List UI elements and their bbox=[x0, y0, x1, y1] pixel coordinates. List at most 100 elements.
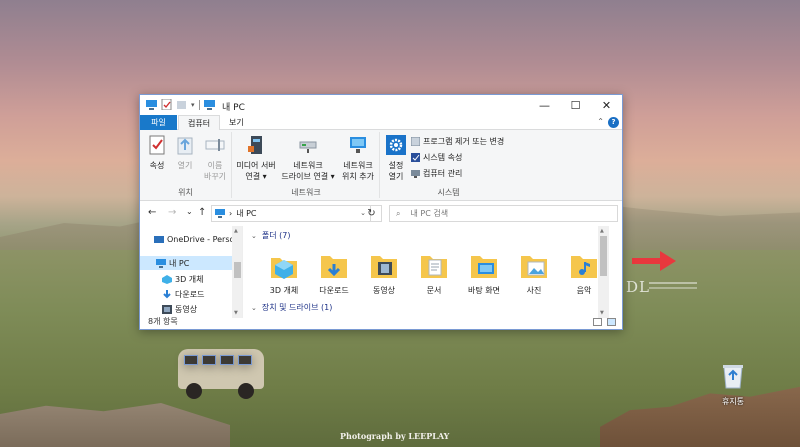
add-network-location-button[interactable]: 네트워크 위치 추가 bbox=[337, 134, 379, 182]
item-count: 8개 항목 bbox=[148, 317, 178, 326]
open-settings-button[interactable]: 설정 열기 bbox=[384, 134, 408, 182]
help-icon[interactable]: ? bbox=[608, 117, 619, 128]
computer-management-button[interactable]: 컴퓨터 관리 bbox=[411, 168, 462, 179]
ribbon-tabs: 파일 컴퓨터 보기 ⌃ ? bbox=[140, 115, 622, 131]
nav-item-3d-objects[interactable]: 3D 개체 bbox=[162, 274, 204, 285]
videos-folder-icon bbox=[371, 256, 397, 278]
properties-button[interactable]: 속성 bbox=[146, 134, 168, 171]
open-icon bbox=[177, 137, 193, 155]
ribbon-group-label-system: 시스템 bbox=[437, 188, 460, 197]
nav-item-this-pc[interactable]: 내 PC bbox=[140, 256, 232, 270]
navigation-pane-scrollbar[interactable]: ▲ ▼ bbox=[232, 226, 242, 318]
search-input[interactable]: ⌕ 내 PC 검색 bbox=[389, 205, 618, 222]
new-folder-icon[interactable] bbox=[176, 99, 187, 110]
rename-icon bbox=[205, 139, 225, 151]
refresh-button[interactable]: ↻ bbox=[362, 205, 382, 222]
recycle-bin-shortcut[interactable]: 휴지통 bbox=[710, 363, 756, 407]
pc-icon bbox=[156, 258, 166, 268]
red-arrow-icon bbox=[632, 251, 676, 271]
recycle-bin-icon bbox=[723, 365, 743, 389]
back-button[interactable]: ← bbox=[148, 207, 156, 218]
system-properties-button[interactable]: 시스템 속성 bbox=[411, 152, 462, 163]
folder-desktop[interactable]: 바탕 화면 bbox=[460, 252, 508, 296]
details-view-icon[interactable] bbox=[593, 318, 602, 326]
tab-computer[interactable]: 컴퓨터 bbox=[178, 115, 221, 131]
navigation-bar: ← → ⌄ ↑ › 내 PC ⌄ ↻ ⌕ 내 PC 검색 bbox=[140, 201, 622, 226]
navigation-pane: OneDrive - Person 내 PC 3D 개체 다운로드 동영상 ▲ bbox=[140, 226, 243, 318]
qat-customize-dropdown-icon[interactable]: ▾ bbox=[191, 101, 195, 109]
recycle-bin-label: 휴지통 bbox=[721, 397, 745, 406]
tab-file[interactable]: 파일 bbox=[140, 115, 177, 130]
media-server-button[interactable]: 미디어 서버 연결 ▾ bbox=[233, 134, 279, 182]
open-button[interactable]: 열기 bbox=[174, 134, 196, 171]
ribbon-group-label-network: 네트워크 bbox=[291, 188, 321, 197]
ribbon-group-label-location: 위치 bbox=[178, 188, 193, 197]
download-icon bbox=[163, 290, 171, 299]
pc-icon-small bbox=[203, 100, 215, 110]
watermark-subtext bbox=[649, 279, 697, 289]
network-location-icon bbox=[350, 137, 366, 153]
video-icon bbox=[162, 305, 172, 314]
folder-3d-objects[interactable]: 3D 개체 bbox=[260, 252, 308, 296]
up-button[interactable]: ↑ bbox=[198, 207, 206, 218]
search-placeholder: 내 PC 검색 bbox=[410, 209, 449, 218]
quick-access-toolbar: ▾ bbox=[146, 99, 215, 110]
properties-check-icon[interactable] bbox=[161, 99, 172, 110]
content-area: OneDrive - Person 내 PC 3D 개체 다운로드 동영상 ▲ bbox=[140, 226, 622, 318]
documents-folder-icon bbox=[421, 256, 447, 278]
properties-icon bbox=[149, 135, 165, 155]
tab-view[interactable]: 보기 bbox=[220, 115, 253, 130]
window-title: 내 PC bbox=[222, 103, 245, 113]
ribbon-group-system: 설정 열기 프로그램 제거 또는 변경 시스템 속성 컴퓨터 관리 시스템 bbox=[381, 132, 516, 198]
drives-section-header[interactable]: ⌄ 장치 및 드라이브 (1) bbox=[251, 302, 332, 313]
ribbon-group-network: 미디어 서버 연결 ▾ 네트워크 드라이브 연결 ▾ 네트워크 위치 추가 네트… bbox=[233, 132, 380, 198]
folder-pictures[interactable]: 사진 bbox=[510, 252, 558, 296]
nav-item-downloads[interactable]: 다운로드 bbox=[162, 289, 204, 300]
large-icons-view-icon[interactable] bbox=[607, 318, 616, 326]
address-bar[interactable]: › 내 PC ⌄ bbox=[211, 205, 371, 222]
folders-section-header[interactable]: ⌄ 폴더 (7) bbox=[251, 230, 290, 241]
desktop-folder-icon bbox=[471, 256, 497, 278]
ribbon: 속성 열기 이름 바꾸기 위치 미디어 서버 연결 ▾ 네트워크 드라이브 연결… bbox=[140, 130, 622, 201]
map-network-drive-button[interactable]: 네트워크 드라이브 연결 ▾ bbox=[281, 134, 335, 182]
media-server-icon bbox=[248, 136, 262, 154]
ribbon-collapse-icon[interactable]: ⌃ bbox=[597, 117, 604, 126]
uninstall-icon bbox=[411, 137, 420, 146]
onedrive-icon bbox=[154, 236, 164, 243]
pc-icon bbox=[146, 100, 157, 110]
folder-downloads[interactable]: 다운로드 bbox=[310, 252, 358, 296]
title-bar[interactable]: ▾ 내 PC — ☐ ✕ bbox=[140, 95, 622, 115]
nav-item-videos[interactable]: 동영상 bbox=[162, 304, 197, 315]
status-bar: 8개 항목 bbox=[140, 316, 622, 329]
file-explorer-window: ▾ 내 PC — ☐ ✕ 파일 컴퓨터 보기 ⌃ ? 속성 열기 이름 바꾸기 … bbox=[139, 94, 623, 330]
network-drive-icon bbox=[299, 141, 317, 153]
ribbon-group-location: 속성 열기 이름 바꾸기 위치 bbox=[140, 132, 232, 198]
pictures-folder-icon bbox=[521, 256, 547, 278]
settings-gear-icon bbox=[386, 135, 406, 155]
forward-button[interactable]: → bbox=[168, 207, 176, 218]
folder-documents[interactable]: 문서 bbox=[410, 252, 458, 296]
caption-buttons: — ☐ ✕ bbox=[529, 95, 622, 115]
recent-locations-dropdown[interactable]: ⌄ bbox=[186, 207, 193, 216]
photo-credit: Photograph by LEEPLAY bbox=[340, 431, 450, 441]
downloads-folder-icon bbox=[321, 256, 347, 278]
close-button[interactable]: ✕ bbox=[591, 95, 622, 115]
rename-button[interactable]: 이름 바꾸기 bbox=[200, 134, 230, 182]
watermark-logo: DL bbox=[626, 278, 650, 296]
search-icon: ⌕ bbox=[396, 208, 401, 218]
pc-icon bbox=[215, 209, 225, 218]
maximize-button[interactable]: ☐ bbox=[560, 95, 591, 115]
music-folder-icon bbox=[571, 256, 597, 278]
wallpaper-van bbox=[176, 347, 266, 401]
view-mode-buttons bbox=[593, 318, 616, 326]
folder-videos[interactable]: 동영상 bbox=[360, 252, 408, 296]
address-text: 내 PC bbox=[236, 209, 257, 218]
address-separator[interactable]: › bbox=[229, 209, 232, 218]
computer-management-icon bbox=[411, 170, 420, 178]
main-pane-scrollbar[interactable]: ▲ ▼ bbox=[598, 226, 609, 318]
uninstall-program-button[interactable]: 프로그램 제거 또는 변경 bbox=[411, 136, 504, 147]
main-pane: ⌄ 폴더 (7) 3D 개체 다운로드 동영상 문서 바탕 화면 사진 음악 ⌄… bbox=[244, 226, 609, 318]
nav-item-onedrive[interactable]: OneDrive - Person bbox=[154, 235, 239, 244]
system-properties-icon bbox=[411, 153, 420, 162]
minimize-button[interactable]: — bbox=[529, 95, 560, 115]
